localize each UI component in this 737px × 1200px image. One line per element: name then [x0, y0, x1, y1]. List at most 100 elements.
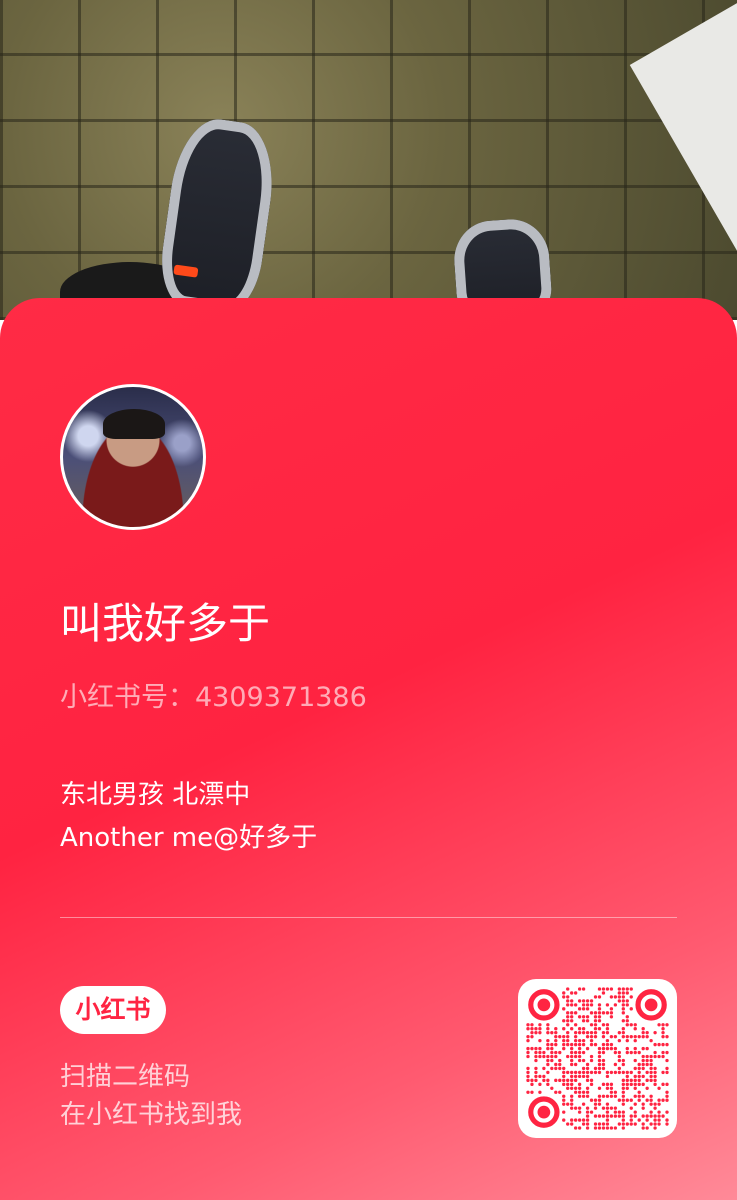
background-photo	[0, 0, 737, 325]
bio-line-2: Another me@好多于	[60, 823, 318, 853]
qr-dot	[649, 1110, 653, 1114]
qr-dot	[573, 1034, 578, 1039]
qr-dot	[570, 1086, 574, 1090]
qr-dot	[613, 1106, 618, 1110]
qr-dot	[641, 1122, 645, 1126]
qr-dot	[617, 1122, 622, 1126]
qr-dot	[554, 1078, 558, 1083]
qr-dot	[665, 1023, 669, 1027]
qr-dot	[570, 1102, 574, 1106]
qr-dot	[570, 1019, 574, 1023]
qr-dot	[625, 1074, 629, 1079]
qr-code[interactable]	[518, 979, 677, 1138]
qr-dot	[570, 1050, 574, 1055]
qr-dot	[585, 1066, 590, 1071]
qr-dot	[593, 1106, 598, 1110]
qr-dot	[609, 1106, 614, 1110]
qr-dot	[625, 991, 629, 995]
qr-dot	[641, 1102, 645, 1106]
qr-dot	[573, 1118, 578, 1122]
qr-dot	[645, 1114, 649, 1118]
qr-dot	[585, 1007, 590, 1011]
qr-dot	[625, 1122, 629, 1126]
qr-dot	[657, 1054, 661, 1059]
qr-dot	[577, 1082, 582, 1086]
qr-dot	[526, 1078, 530, 1083]
qr-dot	[625, 987, 629, 991]
qr-dot	[641, 1046, 645, 1051]
qr-dot	[538, 1023, 542, 1027]
qr-dot	[621, 1078, 625, 1083]
qr-dot	[566, 1078, 570, 1083]
qr-dot	[530, 1023, 534, 1027]
qr-dot	[621, 987, 625, 991]
qr-dot	[577, 1042, 582, 1047]
qr-dot	[597, 987, 602, 991]
qr-dot	[621, 1011, 625, 1015]
red-id: 小红书号：4309371386	[60, 682, 367, 713]
qr-dot	[577, 1118, 582, 1122]
avatar	[60, 384, 206, 530]
qr-dot	[633, 1058, 637, 1063]
qr-dot	[597, 1114, 602, 1118]
qr-dot	[581, 1066, 586, 1071]
qr-dot	[633, 1023, 637, 1027]
qr-dot	[613, 1114, 618, 1118]
qr-dot	[534, 1078, 538, 1083]
qr-dot	[661, 1050, 665, 1055]
qr-dot	[562, 1034, 566, 1039]
qr-dot	[605, 1042, 610, 1047]
qr-dot	[585, 1094, 590, 1098]
qr-dot	[566, 1086, 570, 1090]
qr-dot	[562, 1007, 566, 1011]
qr-dot	[546, 1054, 550, 1059]
qr-dot	[550, 1066, 554, 1071]
qr-dot	[562, 1094, 566, 1098]
qr-dot	[601, 1094, 606, 1098]
xiaohongshu-logo: 小红书	[60, 986, 166, 1034]
qr-dot	[665, 1058, 669, 1063]
qr-dot	[538, 1050, 542, 1055]
qr-dot	[621, 1031, 625, 1035]
qr-dot	[550, 1046, 554, 1051]
qr-dot	[617, 1098, 622, 1102]
qr-dot	[645, 1118, 649, 1122]
qr-dot	[550, 1054, 554, 1059]
qr-dot	[613, 1126, 618, 1130]
qr-dot	[601, 1058, 606, 1063]
qr-dot	[593, 1070, 598, 1075]
qr-dot	[550, 1042, 554, 1047]
qr-dot	[613, 1094, 618, 1098]
qr-dot	[589, 1070, 594, 1075]
qr-finder-dot	[537, 1105, 551, 1119]
qr-dot	[573, 1011, 578, 1015]
qr-dot	[554, 1031, 558, 1035]
qr-dot	[550, 1086, 554, 1090]
qr-dot	[605, 1106, 610, 1110]
qr-dot	[653, 1031, 657, 1035]
qr-dot	[617, 1054, 622, 1059]
qr-dot	[554, 1054, 558, 1059]
qr-dot	[593, 1122, 598, 1126]
qr-dot	[546, 1082, 550, 1086]
qr-dot	[601, 1011, 606, 1015]
qr-dot	[649, 1058, 653, 1063]
qr-dot	[562, 1102, 566, 1106]
qr-dot	[554, 1066, 558, 1071]
qr-dot	[629, 1098, 633, 1102]
qr-dot	[573, 1003, 578, 1007]
qr-dot	[570, 1078, 574, 1083]
qr-dot	[589, 1110, 594, 1114]
qr-dot	[613, 1090, 618, 1094]
qr-dot	[546, 1038, 550, 1043]
qr-dot	[585, 1110, 590, 1114]
qr-dot	[617, 1038, 622, 1043]
qr-dot	[534, 1066, 538, 1071]
qr-dot	[585, 1070, 590, 1075]
qr-dot	[597, 1046, 602, 1051]
divider	[60, 917, 677, 918]
qr-dot	[661, 1082, 665, 1086]
qr-dot	[554, 1034, 558, 1039]
qr-dot	[625, 1098, 629, 1102]
qr-dot	[585, 1114, 590, 1118]
